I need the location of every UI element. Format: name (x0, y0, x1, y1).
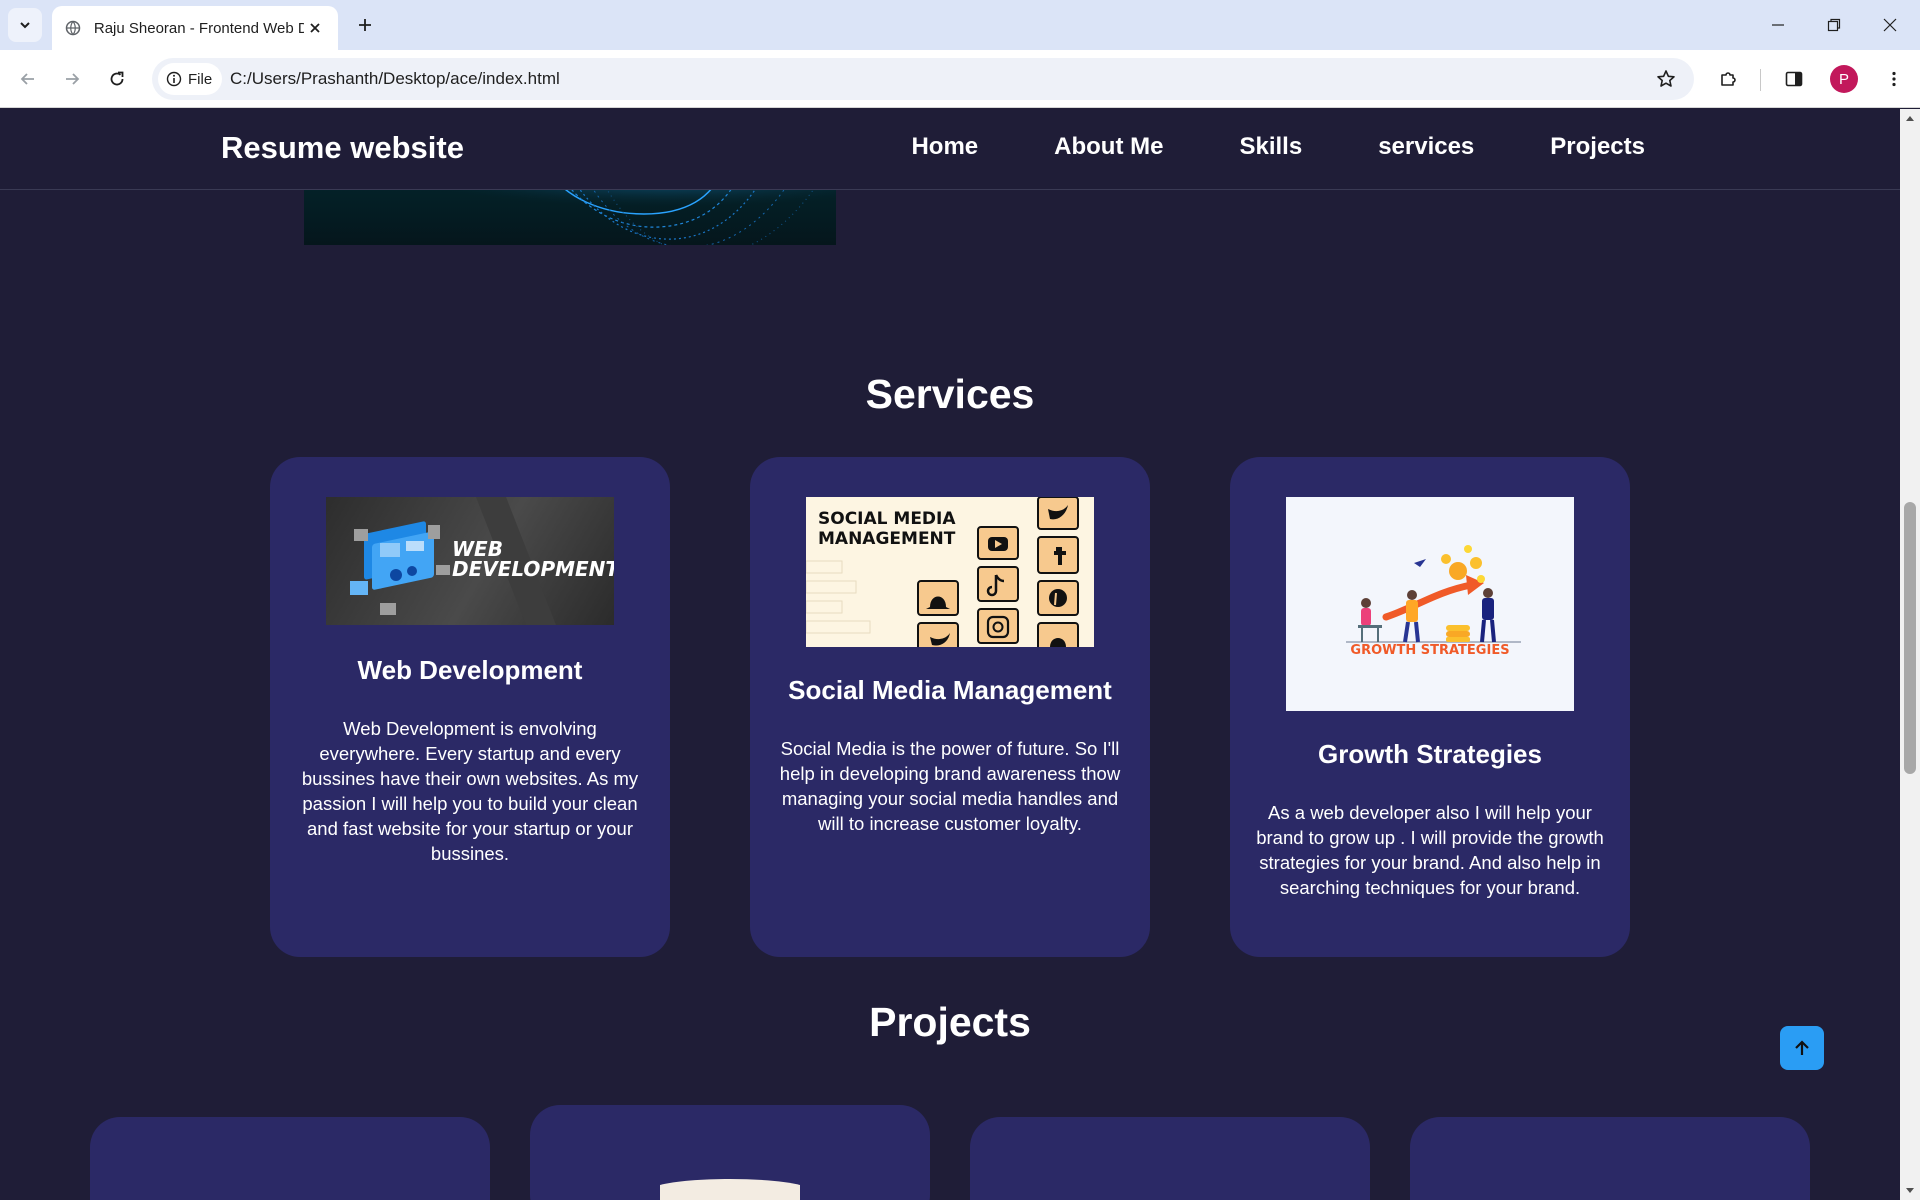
service-description: As a web developer also I will help your… (1256, 802, 1604, 898)
project-card[interactable] (970, 1117, 1370, 1200)
forward-button[interactable] (56, 63, 88, 95)
project-image-edge (660, 1179, 800, 1200)
web-development-image: WEB DEVELOPMENT (326, 497, 614, 625)
arrow-right-icon (66, 73, 80, 85)
site-info-chip[interactable]: File (158, 63, 223, 95)
tab-title: Raju Sheoran - Frontend Web D (93, 19, 305, 37)
page-viewport: Resume website Home About Me Skills serv… (0, 109, 1900, 1200)
project-card[interactable] (90, 1117, 490, 1200)
plus-icon (359, 19, 371, 31)
nav-skills[interactable]: Skills (1239, 133, 1302, 161)
arrow-left-icon (20, 73, 34, 85)
address-bar[interactable]: File C:/Users/Prashanth/Desktop/ace/inde… (152, 58, 1694, 100)
minimize-button[interactable] (1750, 0, 1806, 50)
close-window-button[interactable] (1862, 0, 1918, 50)
side-panel-button[interactable] (1778, 63, 1810, 95)
close-tab-icon[interactable] (304, 17, 326, 39)
file-chip-label: File (188, 70, 213, 88)
growth-image-caption: GROWTH STRATEGIES (1350, 643, 1510, 658)
more-vert-icon (1892, 71, 1896, 87)
service-description: Web Development is envolving everywhere.… (301, 718, 639, 864)
scroll-to-top-button[interactable] (1780, 1026, 1824, 1070)
service-title: Growth Strategies (1318, 739, 1542, 769)
service-card-growth-strategies: GROWTH STRATEGIES Growth Strategies As a… (1230, 457, 1630, 957)
page-scrollbar[interactable] (1900, 109, 1920, 1200)
scroll-down-arrow-icon[interactable] (1900, 1182, 1920, 1200)
nav-home[interactable]: Home (911, 133, 978, 161)
browser-tab[interactable]: Raju Sheoran - Frontend Web D (52, 6, 338, 50)
close-icon (1883, 18, 1897, 32)
restore-icon (1827, 18, 1841, 32)
back-button[interactable] (12, 63, 44, 95)
info-icon (166, 71, 182, 87)
restore-button[interactable] (1806, 0, 1862, 50)
new-tab-button[interactable] (350, 10, 380, 40)
extensions-button[interactable] (1712, 63, 1744, 95)
bookmark-star-icon[interactable] (1654, 67, 1678, 91)
globe-icon (64, 19, 82, 37)
profile-avatar[interactable]: P (1830, 65, 1858, 93)
url-text[interactable]: C:/Users/Prashanth/Desktop/ace/index.htm… (230, 69, 560, 89)
browser-toolbar: File C:/Users/Prashanth/Desktop/ace/inde… (0, 50, 1920, 108)
nav-projects[interactable]: Projects (1550, 133, 1645, 161)
site-navbar: Resume website Home About Me Skills serv… (0, 109, 1900, 190)
side-panel-icon (1785, 71, 1803, 87)
reload-button[interactable] (101, 63, 133, 95)
social-media-image: SOCIAL MEDIA MANAGEMENT (806, 497, 1094, 647)
web-image-line-1: WEB (452, 537, 503, 561)
project-card[interactable] (530, 1105, 930, 1200)
web-image-line-2: DEVELOPMENT (452, 557, 614, 581)
site-brand[interactable]: Resume website (221, 130, 464, 166)
service-title: Social Media Management (788, 675, 1112, 705)
browser-tab-strip: Raju Sheoran - Frontend Web D (0, 0, 1920, 50)
scroll-up-arrow-icon[interactable] (1900, 109, 1920, 127)
service-card-social-media: SOCIAL MEDIA MANAGEMENT Social Media Man… (750, 457, 1150, 957)
reload-icon (110, 71, 124, 86)
tab-search-button[interactable] (8, 8, 42, 42)
growth-strategies-image: GROWTH STRATEGIES (1286, 497, 1574, 711)
service-card-web-development: WEB DEVELOPMENT Web Development Web Deve… (270, 457, 670, 957)
services-heading: Services (865, 371, 1035, 417)
chevron-down-icon (20, 22, 30, 29)
service-title: Web Development (357, 655, 583, 685)
minimize-icon (1772, 24, 1784, 26)
nav-about-me[interactable]: About Me (1054, 133, 1163, 161)
toolbar-divider (1760, 69, 1761, 91)
nav-links: Home About Me Skills services Projects (911, 133, 1645, 161)
puzzle-icon (1721, 72, 1736, 86)
service-description: Social Media is the power of future. So … (779, 738, 1121, 834)
nav-services[interactable]: services (1378, 133, 1474, 161)
projects-heading: Projects (869, 999, 1031, 1045)
arrow-up-icon (1795, 1040, 1809, 1055)
scrollbar-thumb[interactable] (1904, 502, 1916, 774)
browser-menu-button[interactable] (1878, 63, 1910, 95)
project-card[interactable] (1410, 1117, 1810, 1200)
